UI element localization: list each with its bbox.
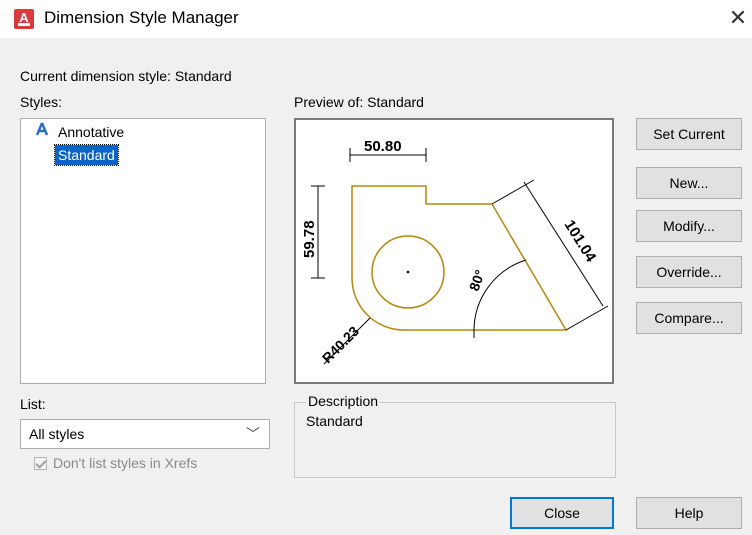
dont-list-xrefs-checkbox[interactable] [34, 457, 47, 470]
current-style-label: Current dimension style: Standard [20, 68, 232, 84]
diagonal-dim-text: 101.04 [561, 217, 600, 265]
autocad-icon: A [14, 9, 34, 29]
style-item-standard[interactable]: Standard [54, 144, 119, 166]
styles-label: Styles: [20, 94, 63, 110]
dimension-preview-drawing: 50.80 59.78 101.04 80° R40.23 [301, 138, 609, 366]
radius-dim-text: R40.23 [319, 323, 362, 366]
style-item-annotative[interactable]: Annotative [55, 122, 127, 142]
compare-button[interactable]: Compare... [636, 302, 742, 334]
description-text: Standard [306, 413, 363, 429]
help-button[interactable]: Help [636, 497, 742, 529]
width-dim-text: 50.80 [364, 138, 402, 155]
window-title: Dimension Style Manager [44, 8, 239, 27]
preview-outline [351, 185, 568, 331]
list-label: List: [20, 396, 46, 412]
set-current-button[interactable]: Set Current [636, 118, 742, 150]
description-title: Description [306, 393, 381, 409]
styles-listbox[interactable]: Annotative Standard [20, 118, 266, 384]
preview-panel: 50.80 59.78 101.04 80° R40.23 [294, 118, 614, 384]
height-dim-text: 59.78 [301, 220, 318, 258]
chevron-down-icon: ﹀ [246, 426, 260, 442]
preview-label: Preview of: Standard [294, 94, 424, 110]
annotative-icon [35, 122, 49, 136]
list-selected-value: All styles [29, 426, 85, 442]
list-dropdown[interactable]: All styles ﹀ [20, 419, 270, 449]
angle-dim-text: 80° [466, 268, 488, 293]
modify-button[interactable]: Modify... [636, 210, 742, 242]
close-button[interactable]: Close [510, 497, 614, 529]
dont-list-xrefs-label: Don't list styles in Xrefs [53, 455, 198, 471]
override-button[interactable]: Override... [636, 256, 742, 288]
close-window-button[interactable]: ✕ [726, 5, 750, 31]
new-button[interactable]: New... [636, 167, 742, 199]
